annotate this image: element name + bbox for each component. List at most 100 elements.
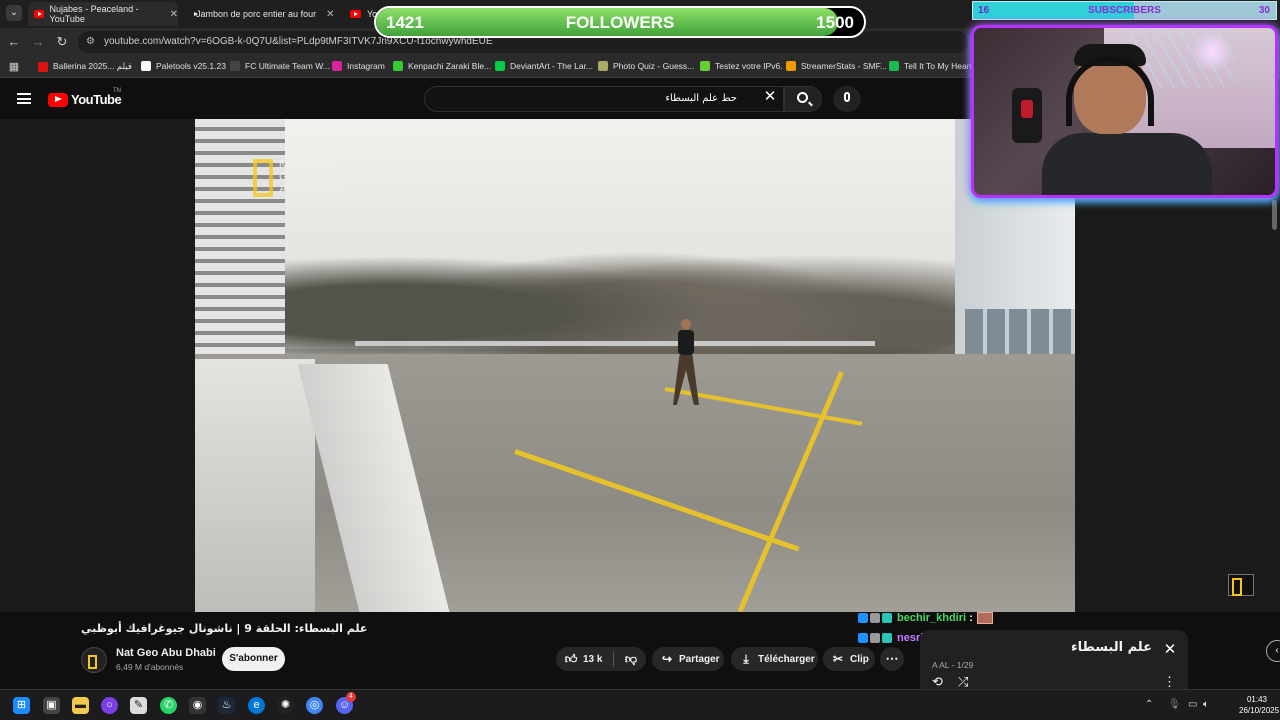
playlist-position: A AL - 1/29 xyxy=(932,660,974,670)
whatsapp-icon[interactable]: ✆ xyxy=(160,697,177,714)
windows-taskbar: ⊞ ▣ ▬ ○ ✎ ✆ ◉ ♨ e ✺ ◎ ☺ 4 ⌃ 🎙︎ ▭ 🔈︎ 01:4… xyxy=(0,689,1280,720)
like-icon[interactable]: 👍︎ xyxy=(564,652,578,667)
search-input[interactable] xyxy=(437,93,737,104)
mic-icon xyxy=(844,92,850,102)
chatgpt-icon[interactable]: ✺ xyxy=(277,697,294,714)
nat-geo-watermark: NATIONAL GEOGRAPHIC ABU DHABI xyxy=(253,159,379,197)
youtube-play-icon xyxy=(48,92,68,107)
discord-icon[interactable]: ☺ 4 xyxy=(336,692,356,714)
close-tab-icon[interactable]: ✕ xyxy=(170,9,178,20)
back-icon[interactable]: ← xyxy=(6,34,22,50)
youtube-favicon-icon xyxy=(34,10,44,18)
voice-search-button[interactable] xyxy=(833,86,861,112)
dislike-icon[interactable]: 👎︎ xyxy=(624,652,638,667)
tab-nujabes[interactable]: Nujabes - Peaceland - YouTube ✕ xyxy=(28,2,178,26)
bookmark-instagram[interactable]: Instagram xyxy=(332,61,385,71)
subscriber-count: 6,49 M d'abonnés xyxy=(116,662,184,672)
network-icon[interactable]: ▭ xyxy=(1188,699,1197,710)
bookmark-favicon-icon xyxy=(332,61,342,71)
playlist-title[interactable]: علم البسطاء xyxy=(1071,640,1152,655)
streamer-webcam xyxy=(971,25,1278,198)
subscribers-goal-bar: 16 SUBSCRIBERS 30 xyxy=(972,1,1277,20)
badge-icon xyxy=(882,613,892,623)
bookmark-favicon-icon xyxy=(141,61,151,71)
snipping-tool-icon[interactable]: ✎ xyxy=(130,697,147,714)
channel-name[interactable]: Nat Geo Abu Dhabi xyxy=(116,647,216,659)
tab-jambon[interactable]: Jambon de porc entier au four ✕ xyxy=(184,2,334,26)
shuffle-icon[interactable]: ⤮ xyxy=(958,674,968,690)
like-count[interactable]: 13 k xyxy=(583,654,602,665)
search-button[interactable] xyxy=(784,86,822,112)
tab-search-button[interactable]: ⌄ xyxy=(6,5,22,21)
bookmark-favicon-icon xyxy=(889,61,899,71)
clip-button[interactable]: ✂ Clip xyxy=(823,647,875,671)
youtube-favicon-icon xyxy=(350,10,361,18)
menu-icon[interactable] xyxy=(17,93,31,104)
more-icon: ⋯ xyxy=(885,651,899,666)
badge-icon xyxy=(870,613,880,623)
scrollbar-thumb[interactable] xyxy=(1272,200,1277,230)
bookmark-fc-ultimate[interactable]: FC Ultimate Team W... xyxy=(230,61,330,71)
clock[interactable]: 01:43 26/10/2025 xyxy=(1239,694,1279,716)
nat-geo-logo-icon xyxy=(253,159,273,197)
bookmark-favicon-icon xyxy=(230,61,240,71)
followers-goal-bar: 1421 FOLLOWERS 1500 xyxy=(374,6,866,38)
chrome-icon[interactable]: ◎ xyxy=(306,697,323,714)
youtube-logo[interactable]: YouTube xyxy=(48,92,122,107)
reload-icon[interactable]: ↻ xyxy=(54,34,70,50)
chevron-left-icon[interactable]: ‹ xyxy=(1266,640,1280,662)
video-frame[interactable]: NATIONAL GEOGRAPHIC ABU DHABI xyxy=(195,119,1075,612)
chevron-up-icon[interactable]: ⌃ xyxy=(1145,699,1153,710)
channel-avatar[interactable] xyxy=(81,647,107,673)
site-info-icon[interactable]: ⚙ xyxy=(86,36,98,48)
streamer xyxy=(1034,38,1212,195)
download-button[interactable]: ⤓ Télécharger xyxy=(731,647,818,671)
close-icon[interactable]: ✕ xyxy=(762,89,778,105)
apps-grid-icon[interactable]: ▦ xyxy=(6,59,22,75)
search-icon xyxy=(797,92,808,103)
badge-icon xyxy=(870,633,880,643)
chat-message: bechir_khdiri : xyxy=(858,610,993,626)
video-title: علم البسطاء: الحلقة 9 | ناشونال جيوغرافي… xyxy=(81,622,368,635)
more-icon[interactable]: ⋮ xyxy=(1163,674,1176,690)
microphone xyxy=(1012,88,1042,143)
channel-watermark-icon[interactable] xyxy=(1228,574,1254,596)
share-icon: ↪ xyxy=(661,652,673,666)
bookmark-favicon-icon xyxy=(38,61,48,72)
volume-icon[interactable]: 🔈︎ xyxy=(1203,699,1209,710)
bookmark-ballerina[interactable]: Ballerina 2025... فيلم xyxy=(38,61,132,72)
more-actions-button[interactable]: ⋯ xyxy=(880,647,904,671)
chat-username: bechir_khdiri xyxy=(897,612,967,624)
subscribe-button[interactable]: S'abonner xyxy=(222,647,285,671)
badge-icon xyxy=(882,633,892,643)
scissors-icon: ✂ xyxy=(832,652,844,666)
loop-icon[interactable]: ⟲ xyxy=(932,674,943,690)
bookmark-tell-it-to-my-heart[interactable]: Tell It To My Heart xyxy=(889,61,972,71)
task-view-icon[interactable]: ▣ xyxy=(43,697,60,714)
app-circle-icon[interactable]: ○ xyxy=(101,697,118,714)
obs-icon[interactable]: ◉ xyxy=(189,697,206,714)
bookmark-favicon-icon xyxy=(786,61,796,71)
share-button[interactable]: ↪ Partager xyxy=(652,647,724,671)
search-box[interactable] xyxy=(424,86,784,112)
bookmark-deviantart[interactable]: DeviantArt - The Lar... xyxy=(495,61,593,71)
bookmark-ipv6[interactable]: Testez votre IPv6. xyxy=(700,61,783,71)
browser-icon[interactable]: e xyxy=(248,697,265,714)
bookmark-photo-quiz[interactable]: Photo Quiz - Guess... xyxy=(598,61,694,71)
bookmark-paletools[interactable]: Paletools v25.1.23 xyxy=(141,61,226,71)
notification-badge: 4 xyxy=(346,692,356,702)
file-explorer-icon[interactable]: ▬ xyxy=(72,697,89,714)
bookmark-favicon-icon xyxy=(495,61,505,71)
bookmark-kenpachi[interactable]: Kenpachi Zaraki Ble... xyxy=(393,61,491,71)
bookmark-streamerstats[interactable]: StreamerStats - SMF... xyxy=(786,61,887,71)
steam-icon[interactable]: ♨ xyxy=(218,697,235,714)
windows-start-icon[interactable]: ⊞ xyxy=(13,697,30,714)
close-icon[interactable]: ✕ xyxy=(1162,642,1178,658)
bookmark-favicon-icon xyxy=(598,61,608,71)
close-tab-icon[interactable]: ✕ xyxy=(326,9,334,20)
bookmark-favicon-icon xyxy=(700,61,710,71)
mic-icon[interactable]: 🎙︎ xyxy=(1168,699,1181,710)
forward-icon[interactable]: → xyxy=(30,34,46,50)
bookmark-favicon-icon xyxy=(393,61,403,71)
emote-icon xyxy=(976,612,993,624)
